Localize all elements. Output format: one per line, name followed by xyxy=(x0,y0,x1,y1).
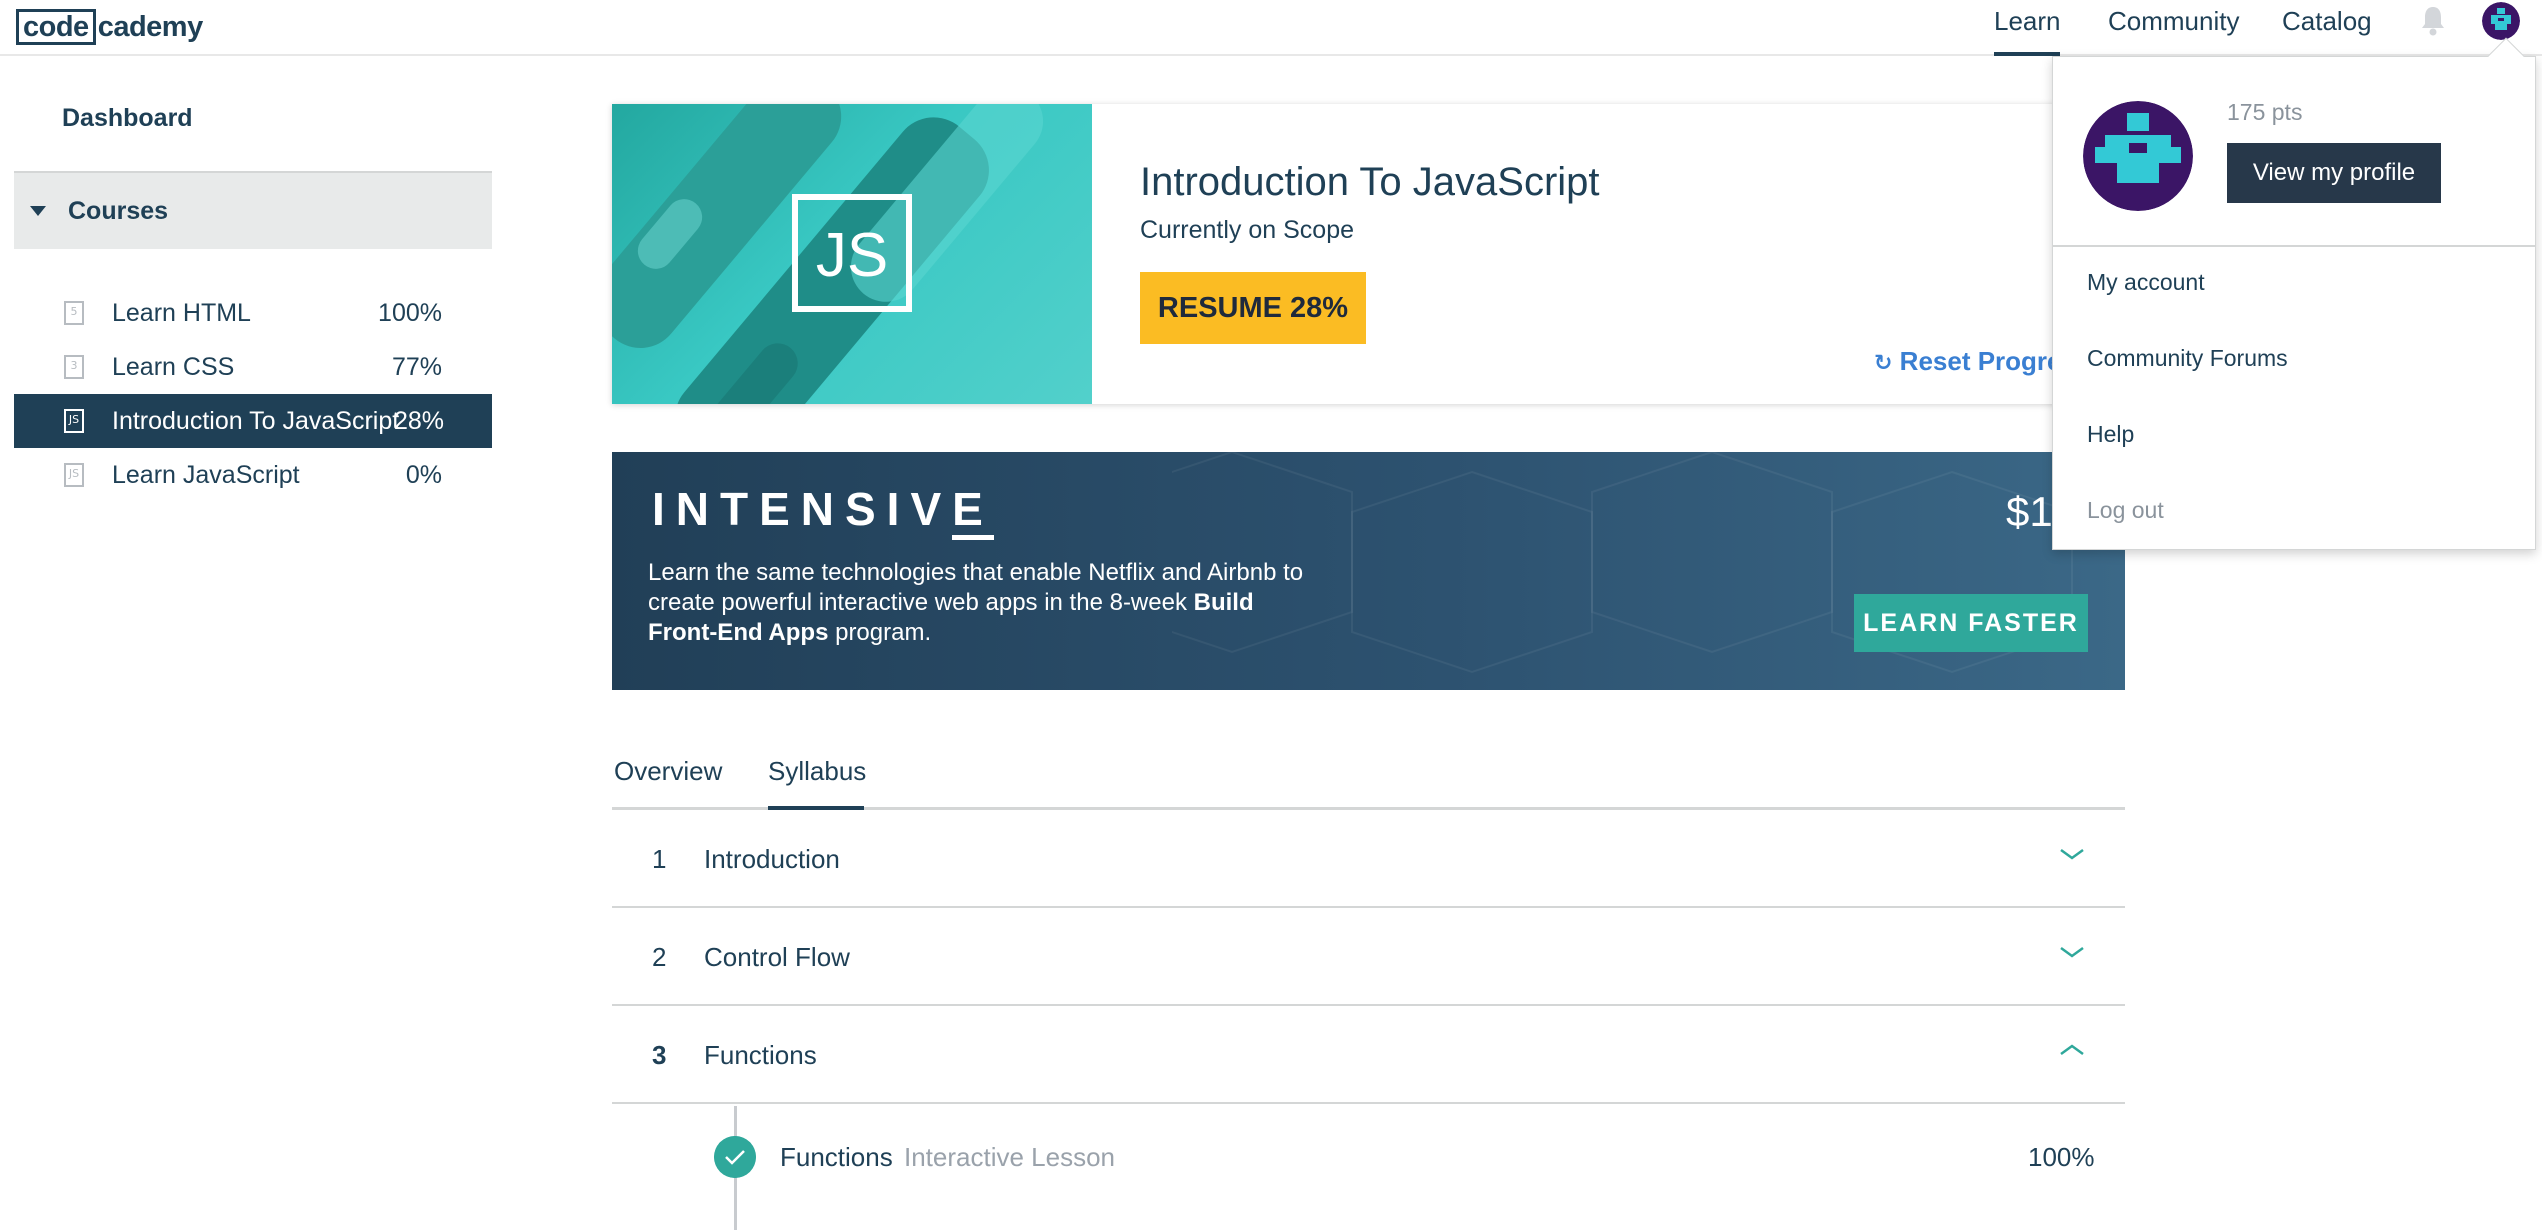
sidebar-courses-label: Courses xyxy=(68,196,169,225)
bell-icon[interactable] xyxy=(2418,4,2448,38)
module-number: 1 xyxy=(652,844,667,874)
current-course-card: JS Introduction To JavaScript Currently … xyxy=(612,104,2082,404)
learn-faster-button[interactable]: LEARN FASTER xyxy=(1854,594,2088,652)
sidebar-dashboard-link[interactable]: Dashboard xyxy=(62,104,193,133)
intensive-description-end: program. xyxy=(828,619,932,646)
menu-item-log-out[interactable]: Log out xyxy=(2087,497,2164,524)
intensive-title: INTENSIVE xyxy=(652,482,994,540)
css3-icon: 3 xyxy=(64,355,84,379)
top-header: code cademy Learn Community Catalog xyxy=(0,0,2542,56)
intensive-description: Learn the same technologies that enable … xyxy=(648,558,1308,648)
course-current-lesson: Currently on Scope xyxy=(1140,216,1355,244)
caret-down-icon xyxy=(30,206,46,216)
module-title: Introduction xyxy=(704,844,840,874)
tab-overview[interactable]: Overview xyxy=(614,756,722,810)
module-title: Functions xyxy=(704,1040,817,1070)
sidebar-course-learn-css[interactable]: 3 Learn CSS 77% xyxy=(14,340,492,394)
logo-rest: cademy xyxy=(97,10,204,43)
intensive-price: $1 xyxy=(2006,488,2053,535)
sidebar-course-learn-javascript[interactable]: JS Learn JavaScript 0% xyxy=(14,448,492,502)
course-percent: 77% xyxy=(391,352,442,381)
sidebar-courses-toggle[interactable]: Courses xyxy=(14,171,492,249)
lesson-percent: 100% xyxy=(2028,1142,2095,1172)
module-number: 3 xyxy=(652,1040,667,1070)
nav-learn[interactable]: Learn xyxy=(1994,0,2061,56)
menu-item-my-account[interactable]: My account xyxy=(2087,269,2205,296)
menu-item-help[interactable]: Help xyxy=(2087,421,2134,448)
course-artwork: JS xyxy=(612,104,1092,404)
lesson-type: Interactive Lesson xyxy=(904,1142,1116,1172)
course-percent: 0% xyxy=(405,460,442,489)
course-name: Learn JavaScript xyxy=(112,460,300,489)
profile-dropdown: 175 pts View my profile My account Commu… xyxy=(2052,37,2536,550)
chevron-down-icon[interactable] xyxy=(2058,944,2086,960)
course-name: Introduction To JavaScript xyxy=(112,406,400,435)
logo-code-box: code xyxy=(16,9,96,45)
syllabus-module[interactable]: 1 Introduction xyxy=(612,810,2125,908)
js-icon: JS xyxy=(64,463,84,487)
tab-syllabus[interactable]: Syllabus xyxy=(768,756,866,810)
dropdown-divider xyxy=(2053,245,2535,247)
view-profile-button[interactable]: View my profile xyxy=(2227,143,2441,203)
check-circle-icon xyxy=(714,1136,756,1178)
lesson-title[interactable]: Functions xyxy=(780,1142,893,1173)
course-percent: 28% xyxy=(393,406,444,435)
refresh-icon: ↻ xyxy=(1874,350,1893,375)
module-title: Control Flow xyxy=(704,942,850,972)
menu-item-community-forums[interactable]: Community Forums xyxy=(2087,345,2288,372)
hexagon-pattern xyxy=(1172,452,2073,674)
avatar-icon[interactable] xyxy=(2083,101,2193,211)
syllabus-module[interactable]: 2 Control Flow xyxy=(612,908,2125,1006)
chevron-down-icon[interactable] xyxy=(2058,846,2086,862)
resume-button[interactable]: RESUME 28% xyxy=(1140,272,1366,344)
intensive-title-text: INTENSIV xyxy=(652,483,953,535)
js-icon: JS xyxy=(64,409,84,433)
avatar-icon[interactable] xyxy=(2482,2,2520,40)
module-number: 2 xyxy=(652,942,667,972)
course-name: Learn HTML xyxy=(112,298,251,327)
syllabus-module-expanded[interactable]: 3 Functions xyxy=(612,1006,2125,1104)
course-name: Learn CSS xyxy=(112,352,235,381)
intensive-title-underlined-letter: E xyxy=(952,483,994,540)
html5-icon: 5 xyxy=(64,301,84,325)
course-tabs: Overview Syllabus xyxy=(612,740,2125,810)
sidebar-course-intro-javascript[interactable]: JS Introduction To JavaScript 28% xyxy=(14,394,492,448)
js-logo: JS xyxy=(792,194,912,312)
course-percent: 100% xyxy=(378,298,442,327)
nav-community[interactable]: Community xyxy=(2108,0,2239,56)
chevron-up-icon[interactable] xyxy=(2058,1042,2086,1058)
reset-progress-link[interactable]: ↻ Reset Progress xyxy=(1874,346,2082,377)
course-title: Introduction To JavaScript xyxy=(1140,160,1600,204)
sidebar-course-learn-html[interactable]: 5 Learn HTML 100% xyxy=(14,286,492,340)
intensive-promo-banner: INTENSIVE Learn the same technologies th… xyxy=(612,452,2125,690)
nav-catalog[interactable]: Catalog xyxy=(2282,0,2372,56)
points-count: 175 pts xyxy=(2227,99,2303,125)
codecademy-logo[interactable]: code cademy xyxy=(16,8,203,46)
